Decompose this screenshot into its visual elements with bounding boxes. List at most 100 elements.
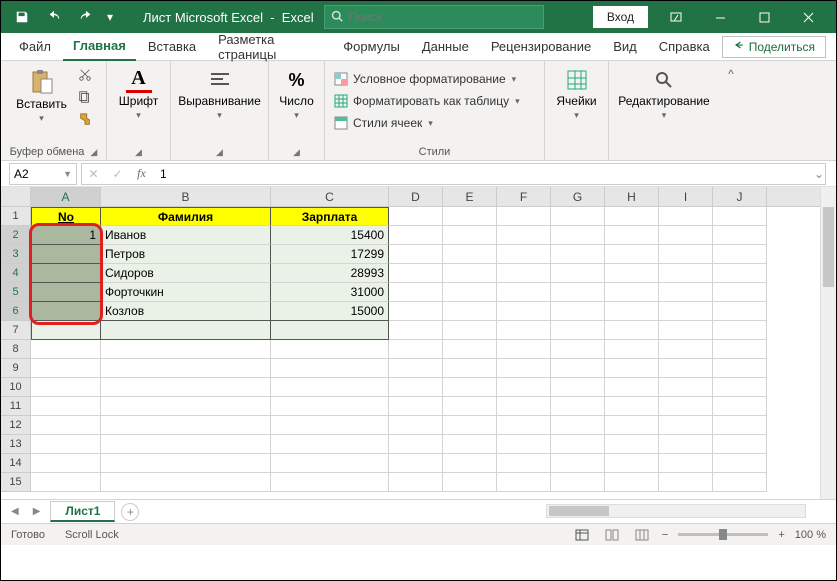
cell[interactable] <box>389 397 443 416</box>
cell[interactable]: 28993 <box>271 264 389 283</box>
font-button[interactable]: A Шрифт ▾ <box>115 65 162 123</box>
cell[interactable]: 15000 <box>271 302 389 321</box>
cell[interactable] <box>271 473 389 492</box>
cell[interactable] <box>101 454 271 473</box>
cell[interactable] <box>389 207 443 226</box>
tab-view[interactable]: Вид <box>603 33 647 61</box>
cell[interactable] <box>497 245 551 264</box>
cell[interactable] <box>713 416 767 435</box>
fx-icon[interactable]: fx <box>130 163 154 185</box>
cell[interactable] <box>551 264 605 283</box>
cell[interactable] <box>443 207 497 226</box>
view-normal-icon[interactable] <box>572 527 592 543</box>
cell[interactable] <box>659 245 713 264</box>
cell[interactable] <box>389 378 443 397</box>
cell[interactable] <box>551 226 605 245</box>
sheet-nav-next-icon[interactable]: ▶ <box>29 506 45 517</box>
cell[interactable] <box>551 340 605 359</box>
conditional-formatting-button[interactable]: Условное форматирование▾ <box>333 69 536 89</box>
cell[interactable] <box>713 321 767 340</box>
col-header-D[interactable]: D <box>389 187 443 206</box>
format-as-table-button[interactable]: Форматировать как таблицу▾ <box>333 91 536 111</box>
cell[interactable] <box>713 397 767 416</box>
cell[interactable] <box>271 321 389 340</box>
cell[interactable] <box>389 226 443 245</box>
select-all-corner[interactable] <box>1 187 31 206</box>
col-header-C[interactable]: C <box>271 187 389 206</box>
cell[interactable] <box>443 321 497 340</box>
cell[interactable] <box>101 340 271 359</box>
cell[interactable] <box>389 264 443 283</box>
cell[interactable]: 15400 <box>271 226 389 245</box>
cell[interactable] <box>551 397 605 416</box>
cell[interactable] <box>389 454 443 473</box>
row-header[interactable]: 5 <box>1 283 31 302</box>
search-input[interactable] <box>349 10 537 24</box>
row-header[interactable]: 8 <box>1 340 31 359</box>
cell[interactable] <box>551 359 605 378</box>
cells-button[interactable]: Ячейки ▾ <box>552 65 600 123</box>
cell[interactable] <box>31 264 101 283</box>
cell[interactable] <box>605 416 659 435</box>
cell-header[interactable]: No <box>31 207 101 226</box>
col-header-J[interactable]: J <box>713 187 767 206</box>
cell[interactable] <box>497 207 551 226</box>
cell[interactable] <box>659 302 713 321</box>
row-header[interactable]: 14 <box>1 454 31 473</box>
cell[interactable] <box>497 283 551 302</box>
cell[interactable] <box>497 302 551 321</box>
cell[interactable] <box>101 397 271 416</box>
row-header[interactable]: 4 <box>1 264 31 283</box>
cell[interactable] <box>659 397 713 416</box>
cell[interactable] <box>497 435 551 454</box>
cell[interactable]: Сидоров <box>101 264 271 283</box>
cell[interactable]: Иванов <box>101 226 271 245</box>
cell[interactable] <box>497 378 551 397</box>
zoom-out-icon[interactable]: − <box>662 529 668 541</box>
cell[interactable] <box>659 207 713 226</box>
cell-header[interactable]: Фамилия <box>101 207 271 226</box>
row-header[interactable]: 13 <box>1 435 31 454</box>
cell[interactable] <box>605 435 659 454</box>
row-header[interactable]: 11 <box>1 397 31 416</box>
cell[interactable]: 1 <box>31 226 101 245</box>
cell[interactable] <box>443 397 497 416</box>
col-header-F[interactable]: F <box>497 187 551 206</box>
cell[interactable] <box>31 245 101 264</box>
cut-icon[interactable] <box>75 65 95 85</box>
vertical-scrollbar[interactable] <box>820 187 836 499</box>
row-header[interactable]: 10 <box>1 378 31 397</box>
cell[interactable] <box>551 378 605 397</box>
dialog-launcher-icon[interactable]: ◢ <box>135 147 142 158</box>
cell[interactable] <box>443 416 497 435</box>
cancel-formula-icon[interactable]: ✕ <box>82 163 106 185</box>
enter-formula-icon[interactable]: ✓ <box>106 163 130 185</box>
cell[interactable]: Форточкин <box>101 283 271 302</box>
tab-file[interactable]: Файл <box>9 33 61 61</box>
cell[interactable] <box>713 378 767 397</box>
cell[interactable] <box>713 302 767 321</box>
zoom-slider[interactable] <box>678 533 768 536</box>
col-header-A[interactable]: A <box>31 187 101 206</box>
cell[interactable] <box>31 454 101 473</box>
editing-button[interactable]: Редактирование ▾ <box>614 65 713 123</box>
ribbon-display-icon[interactable] <box>654 1 698 33</box>
cell[interactable] <box>713 207 767 226</box>
dialog-launcher-icon[interactable]: ◢ <box>90 147 97 158</box>
name-box[interactable]: A2 ▼ <box>9 163 77 185</box>
row-header[interactable]: 6 <box>1 302 31 321</box>
cell[interactable] <box>389 473 443 492</box>
cell[interactable] <box>31 435 101 454</box>
cell[interactable] <box>659 435 713 454</box>
row-header[interactable]: 1 <box>1 207 31 226</box>
cell[interactable] <box>659 321 713 340</box>
save-icon[interactable] <box>7 3 37 31</box>
cell[interactable] <box>551 321 605 340</box>
row-header[interactable]: 7 <box>1 321 31 340</box>
alignment-button[interactable]: Выравнивание ▾ <box>174 65 265 123</box>
cell[interactable] <box>443 283 497 302</box>
col-header-H[interactable]: H <box>605 187 659 206</box>
cell[interactable] <box>497 416 551 435</box>
cell[interactable] <box>659 378 713 397</box>
cell[interactable] <box>31 473 101 492</box>
